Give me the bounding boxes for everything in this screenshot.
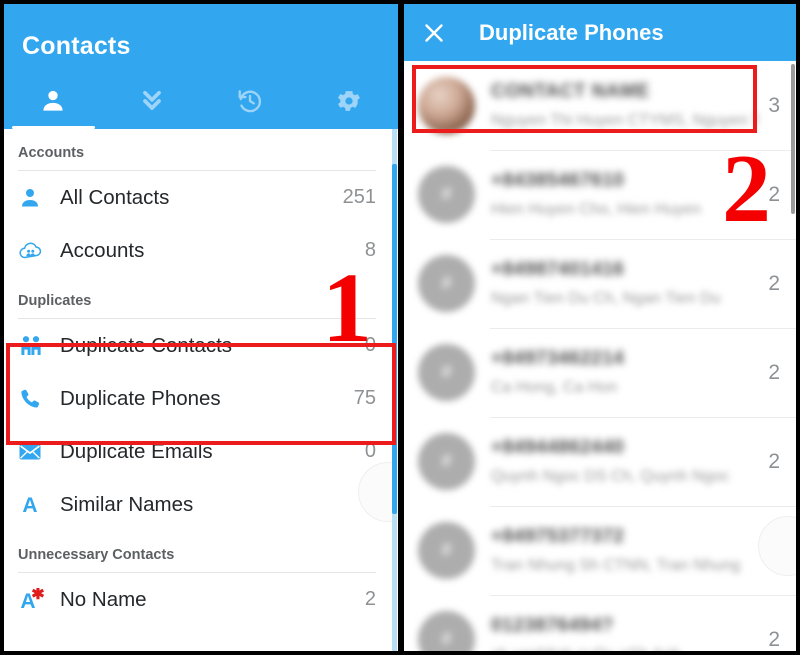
list-item-count: 0 bbox=[364, 334, 376, 356]
list-item[interactable]: CONTACT NAME Nguyen Thi Huyen CTYMS, Ngu… bbox=[404, 61, 796, 150]
list-item-duplicate-phones[interactable]: Duplicate Phones 75 bbox=[4, 372, 398, 425]
list-item-no-name[interactable]: A ✱ No Name 2 bbox=[4, 573, 398, 626]
section-header-accounts: Accounts bbox=[18, 145, 85, 161]
list-item-text: 0123876494? ch vanMinh nuDu nSh Anh bbox=[491, 615, 758, 651]
frame-edge-left bbox=[0, 0, 4, 655]
avatar: # bbox=[418, 611, 475, 651]
letter-a-asterisk-icon: A ✱ bbox=[18, 588, 60, 612]
tab-contacts[interactable] bbox=[4, 73, 103, 129]
list-item-label: Duplicate Phones bbox=[60, 386, 221, 410]
list-item-text: CONTACT NAME Nguyen Thi Huyen CTYMS, Ngu… bbox=[491, 81, 758, 130]
avatar: # bbox=[418, 255, 475, 312]
right-scrollbar-thumb[interactable] bbox=[791, 64, 795, 214]
list-item-subtitle: Tran Nhung Sh CTNN, Tran Nhung bbox=[491, 557, 741, 574]
avatar bbox=[418, 77, 475, 134]
list-item-count: 2 bbox=[768, 627, 780, 651]
list-item-similar-names[interactable]: A Similar Names 9 bbox=[4, 478, 398, 531]
left-app-bar: Contacts bbox=[4, 4, 398, 129]
list-item-subtitle: Ca Hong, Ca Hon bbox=[491, 379, 618, 396]
list-item-title: 0123876494? bbox=[491, 615, 614, 636]
list-item[interactable]: # +84987401416 Ngan Tien Du Ch, Ngan Tie… bbox=[404, 239, 796, 328]
page-title: Contacts bbox=[22, 32, 131, 60]
merge-down-icon bbox=[138, 87, 166, 115]
list-item-count: 2 bbox=[364, 588, 376, 610]
list-item-label: No Name bbox=[60, 587, 147, 611]
avatar: # bbox=[418, 522, 475, 579]
list-item-label: Accounts bbox=[60, 238, 145, 262]
list-item-label: All Contacts bbox=[60, 185, 170, 209]
left-list-body[interactable]: Accounts All Contacts 251 Accounts 8 Dup… bbox=[4, 129, 398, 651]
gear-icon bbox=[335, 87, 363, 115]
list-item[interactable]: # +84975377372 Tran Nhung Sh CTNN, Tran … bbox=[404, 506, 796, 595]
list-item-label: Duplicate Emails bbox=[60, 439, 213, 463]
list-item[interactable]: # 0123876494? ch vanMinh nuDu nSh Anh 2 bbox=[404, 595, 796, 651]
list-item-count: 3 bbox=[768, 93, 780, 117]
list-item-count: 75 bbox=[353, 387, 376, 409]
list-item-count: 251 bbox=[342, 186, 376, 208]
section-header-unnecessary-contacts: Unnecessary Contacts bbox=[18, 547, 175, 563]
list-item-subtitle: Hien Huyen Cho, Hien Huyen bbox=[491, 201, 701, 218]
svg-text:✱: ✱ bbox=[31, 588, 44, 603]
right-app-bar: Duplicate Phones bbox=[404, 4, 796, 61]
history-clock-icon bbox=[236, 87, 264, 115]
right-phone-screen: Duplicate Phones CONTACT NAME Nguyen Thi… bbox=[404, 4, 796, 651]
list-item-title: +84944862440 bbox=[491, 437, 625, 458]
tab-merge[interactable] bbox=[103, 73, 202, 129]
list-item-title: CONTACT NAME bbox=[491, 81, 650, 102]
list-item-duplicate-emails[interactable]: Duplicate Emails 0 bbox=[4, 425, 398, 478]
right-page-title: Duplicate Phones bbox=[479, 20, 664, 45]
list-item-label: Duplicate Contacts bbox=[60, 333, 233, 357]
list-item-text: +84987401416 Ngan Tien Du Ch, Ngan Tien … bbox=[491, 259, 758, 308]
list-item-title: +84975377372 bbox=[491, 526, 625, 547]
envelope-icon bbox=[18, 442, 60, 462]
tab-history[interactable] bbox=[201, 73, 300, 129]
close-icon[interactable] bbox=[422, 21, 446, 45]
list-item-accounts[interactable]: Accounts 8 bbox=[4, 224, 398, 277]
list-item[interactable]: # +84944862440 Quynh Ngoc DS Ch, Quynh N… bbox=[404, 417, 796, 506]
list-item[interactable]: # +84385467610 Hien Huyen Cho, Hien Huye… bbox=[404, 150, 796, 239]
frame-edge-right bbox=[796, 0, 800, 655]
duplicate-phones-list[interactable]: CONTACT NAME Nguyen Thi Huyen CTYMS, Ngu… bbox=[404, 61, 796, 651]
list-item-title: +84987401416 bbox=[491, 259, 625, 280]
list-item-count: 2 bbox=[768, 360, 780, 384]
list-item-count: 2 bbox=[768, 449, 780, 473]
list-item-subtitle: Ngan Tien Du Ch, Ngan Tien Du bbox=[491, 290, 721, 307]
list-item-title: +84973462214 bbox=[491, 348, 625, 369]
left-phone-screen: Contacts Accounts All Contacts 251 Accou… bbox=[4, 4, 398, 651]
phone-icon bbox=[18, 387, 60, 411]
tab-bar bbox=[4, 73, 398, 129]
person-icon bbox=[39, 87, 67, 115]
list-item-count: 2 bbox=[768, 271, 780, 295]
list-item-duplicate-contacts[interactable]: Duplicate Contacts 0 bbox=[4, 319, 398, 372]
list-item-all-contacts[interactable]: All Contacts 251 bbox=[4, 171, 398, 224]
screenshot-root: Contacts Accounts All Contacts 251 Accou… bbox=[0, 0, 800, 655]
list-item-text: +84975377372 Tran Nhung Sh CTNN, Tran Nh… bbox=[491, 526, 758, 575]
two-people-icon bbox=[18, 334, 60, 358]
left-scrollbar-thumb[interactable] bbox=[392, 164, 397, 514]
list-item-count: 0 bbox=[364, 440, 376, 462]
cloud-accounts-icon bbox=[18, 238, 60, 264]
list-item-count: 8 bbox=[364, 239, 376, 261]
list-item-subtitle: Nguyen Thi Huyen CTYMS, Nguyen Thuy Nguy… bbox=[491, 112, 759, 129]
letter-a-icon: A bbox=[18, 493, 60, 517]
avatar: # bbox=[418, 344, 475, 401]
list-item-title: +84385467610 bbox=[491, 170, 625, 191]
tab-settings[interactable] bbox=[300, 73, 399, 129]
list-item-text: +84973462214 Ca Hong, Ca Hon bbox=[491, 348, 758, 397]
person-icon bbox=[18, 186, 60, 210]
list-item-text: +84385467610 Hien Huyen Cho, Hien Huyen bbox=[491, 170, 758, 219]
svg-text:A: A bbox=[22, 494, 37, 517]
avatar: # bbox=[418, 433, 475, 490]
list-item[interactable]: # +84973462214 Ca Hong, Ca Hon 2 bbox=[404, 328, 796, 417]
list-item-label: Similar Names bbox=[60, 492, 194, 516]
avatar: # bbox=[418, 166, 475, 223]
panel-divider bbox=[398, 0, 404, 655]
list-item-text: +84944862440 Quynh Ngoc DS Ch, Quynh Ngo… bbox=[491, 437, 758, 486]
list-item-subtitle: Quynh Ngoc DS Ch, Quynh Ngoc bbox=[491, 468, 730, 485]
section-header-duplicates: Duplicates bbox=[18, 293, 92, 309]
list-item-count: 2 bbox=[768, 182, 780, 206]
